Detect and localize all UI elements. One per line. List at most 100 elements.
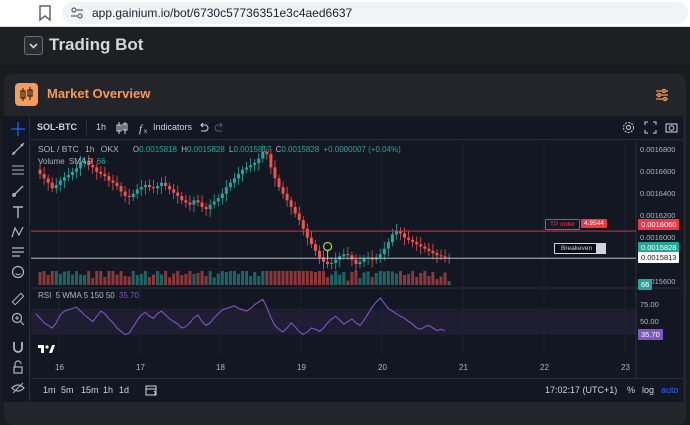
indicators-button[interactable]: Indicators xyxy=(153,122,192,132)
lock-drawings-icon[interactable] xyxy=(11,360,25,374)
candle-body xyxy=(318,250,321,258)
candle-body xyxy=(407,237,411,240)
candle-body xyxy=(111,180,115,183)
candle-body xyxy=(58,180,62,185)
candle-body xyxy=(115,182,119,187)
card-header: Market Overview xyxy=(4,74,686,116)
candle-body xyxy=(156,186,159,189)
text-icon[interactable] xyxy=(11,205,25,219)
candle-body xyxy=(309,237,313,245)
symbol-search[interactable]: SOL-BTC xyxy=(37,122,77,132)
candle-body xyxy=(346,254,350,256)
legend-high: 0.0015828 xyxy=(186,145,225,154)
breakeven-handle[interactable] xyxy=(596,243,606,254)
bottom-toolbar: 1m 5m 15m 1h 1d 17:02:17 (UTC+1) % log auto xyxy=(31,378,683,400)
percent-toggle[interactable]: % xyxy=(627,385,635,395)
volume-bar xyxy=(249,276,253,285)
volume-bar xyxy=(346,280,350,285)
volume-badge: 66 xyxy=(638,279,653,290)
candle-body xyxy=(99,171,103,174)
log-toggle[interactable]: log xyxy=(642,385,654,395)
browser-toolbar: app.gainium.io/bot/6730c57736351e3c4aed6… xyxy=(0,0,690,27)
volume-bar xyxy=(143,271,147,285)
candle-body xyxy=(135,189,139,194)
candle-body xyxy=(220,193,224,199)
drawing-toolbar xyxy=(3,116,30,402)
candle-body xyxy=(394,231,398,235)
candle-body xyxy=(354,259,358,265)
chart-clock[interactable]: 17:02:17 (UTC+1) xyxy=(545,385,617,395)
volume-bar xyxy=(362,272,366,285)
candle-body xyxy=(196,200,200,203)
rsi-axis-label: 50.00 xyxy=(640,316,659,326)
date-range-icon[interactable] xyxy=(145,384,157,396)
candle-body xyxy=(334,259,338,263)
interval-selector[interactable]: 1h xyxy=(96,122,106,132)
hide-drawings-icon[interactable] xyxy=(11,381,25,395)
candle-body xyxy=(419,244,423,247)
volume-bar xyxy=(261,271,265,285)
volume-bar xyxy=(281,271,285,285)
emoji-icon[interactable] xyxy=(11,265,25,279)
range-button-5m[interactable]: 5m xyxy=(61,385,74,395)
candle-body xyxy=(62,177,66,181)
horizontal-lines-icon[interactable] xyxy=(11,163,25,177)
candle-body xyxy=(46,178,50,183)
sliders-icon[interactable] xyxy=(655,88,669,102)
brush-icon[interactable] xyxy=(11,184,25,198)
candle-body xyxy=(390,234,394,243)
address-bar[interactable]: app.gainium.io/bot/6730c57736351e3c4aed6… xyxy=(62,2,688,24)
volume-bar xyxy=(50,271,54,285)
screenshot-icon[interactable] xyxy=(665,121,678,134)
indicators-icon[interactable]: fx xyxy=(139,121,151,135)
volume-bar xyxy=(350,272,354,285)
candle-style-icon[interactable] xyxy=(116,121,128,135)
volume-bar xyxy=(212,277,216,285)
candlestick-icon xyxy=(15,83,38,106)
collapse-button[interactable] xyxy=(24,36,43,55)
legend-open: 0.0015818 xyxy=(139,145,177,154)
volume-bar xyxy=(95,271,99,285)
volume-bar xyxy=(338,274,342,285)
volume-bar xyxy=(164,271,168,285)
magnet-icon[interactable] xyxy=(11,340,25,354)
pattern-icon[interactable] xyxy=(11,225,25,239)
volume-bar xyxy=(394,273,398,285)
price-axis-label: 0.0016800 xyxy=(640,144,676,154)
fullscreen-icon[interactable] xyxy=(644,121,657,134)
tp-order-label[interactable]: TP order xyxy=(545,219,581,230)
range-button-1m[interactable]: 1m xyxy=(43,385,56,395)
range-button-1d[interactable]: 1d xyxy=(119,385,129,395)
volume-bar xyxy=(208,271,212,285)
zoom-in-icon[interactable] xyxy=(11,312,25,326)
candle-body xyxy=(273,167,277,179)
volume-bar xyxy=(358,278,362,285)
bookmark-icon[interactable] xyxy=(38,5,52,22)
volume-bar xyxy=(245,271,249,285)
trend-line-icon[interactable] xyxy=(11,142,25,156)
volume-bar xyxy=(107,271,111,285)
candle-body xyxy=(224,187,228,194)
price-chart[interactable] xyxy=(31,141,683,378)
ruler-icon[interactable] xyxy=(11,292,25,306)
candle-body xyxy=(38,169,42,174)
range-button-15m[interactable]: 15m xyxy=(81,385,99,395)
chart-settings-icon[interactable] xyxy=(622,121,635,134)
volume-bar xyxy=(342,272,346,285)
volume-bar xyxy=(131,271,135,285)
measure-icon[interactable] xyxy=(11,245,25,259)
volume-bars xyxy=(38,271,451,285)
crosshair-icon[interactable] xyxy=(11,122,25,136)
volume-bar xyxy=(58,274,62,285)
volume-bar xyxy=(147,277,151,285)
volume-bar xyxy=(285,271,289,285)
undo-icon[interactable] xyxy=(198,122,209,133)
redo-icon[interactable] xyxy=(214,122,225,133)
breakeven-label[interactable]: Breakeven xyxy=(554,243,600,254)
site-settings-icon[interactable] xyxy=(70,6,84,20)
range-button-1h[interactable]: 1h xyxy=(103,385,113,395)
auto-toggle[interactable]: auto xyxy=(661,385,679,395)
volume-bar xyxy=(111,271,115,285)
candle-body xyxy=(358,261,362,265)
volume-bar xyxy=(115,274,119,285)
